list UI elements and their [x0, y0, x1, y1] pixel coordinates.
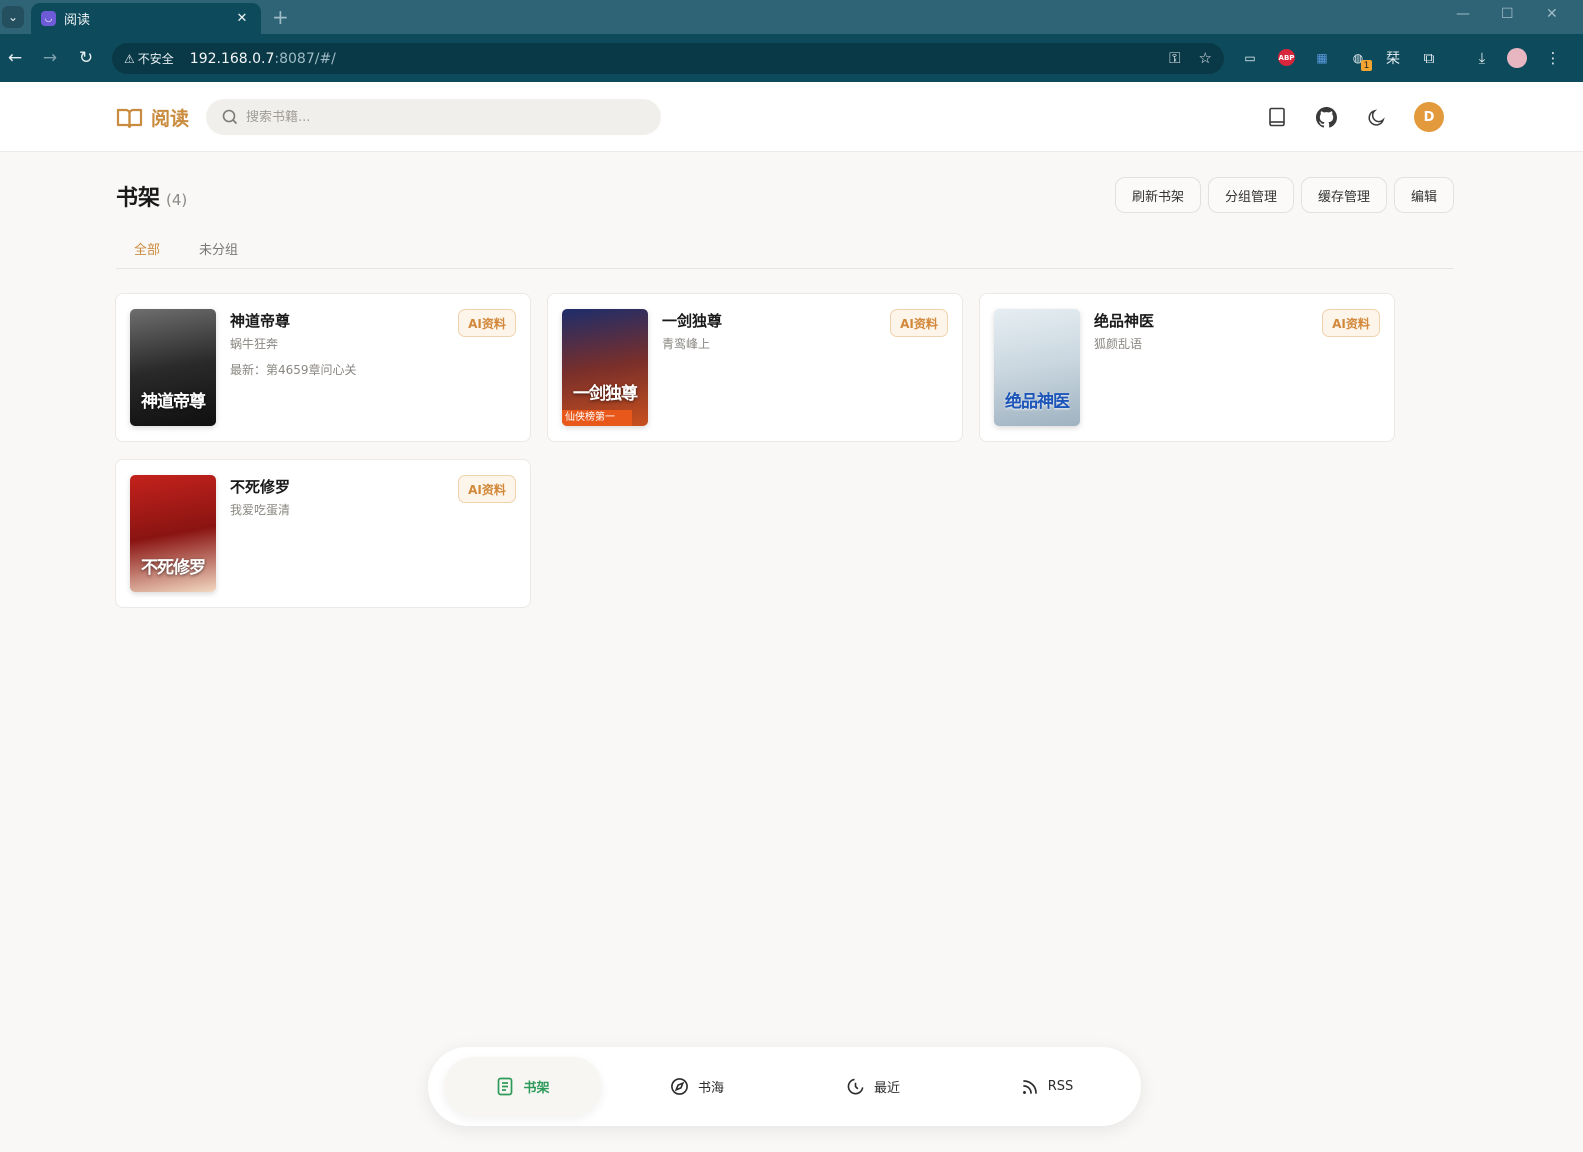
cover-title-text: 一剑独尊 [573, 384, 638, 404]
bookshelf-icon [498, 1077, 513, 1096]
book-author: 蜗牛狂奔 [230, 337, 279, 351]
ai-info-button[interactable]: AI资料 [890, 309, 948, 337]
reload-icon[interactable]: ↻ [75, 48, 97, 68]
bottom-nav: 书架 书海 最近 RSS [428, 1047, 1141, 1126]
maximize-icon[interactable]: ☐ [1501, 6, 1514, 22]
search-box[interactable] [206, 99, 661, 135]
book-icon[interactable] [1266, 106, 1288, 128]
edit-button[interactable]: 编辑 [1394, 177, 1454, 213]
book-title[interactable]: 不死修罗 [230, 476, 290, 497]
extension-reader-icon[interactable]: ▭ [1240, 49, 1260, 67]
ai-info-button[interactable]: AI资料 [458, 309, 516, 337]
book-cover[interactable]: 一剑独尊 仙侠榜第一 [562, 309, 648, 426]
forward-icon[interactable]: → [39, 48, 61, 68]
book-card[interactable]: 不死修罗 不死修罗 我爱吃蛋清 AI资料 [115, 459, 531, 608]
book-title[interactable]: 绝品神医 [1094, 310, 1154, 331]
refresh-shelf-button[interactable]: 刷新书架 [1115, 177, 1201, 213]
nav-discover-label: 书海 [697, 1081, 724, 1096]
nav-rss[interactable]: RSS [968, 1057, 1126, 1116]
cover-title-text: 神道帝尊 [141, 392, 206, 412]
open-book-icon [116, 108, 143, 128]
cover-ranking-tag: 仙侠榜第一 [562, 410, 632, 426]
page-title: 书架 (4) [116, 180, 187, 212]
address-bar[interactable]: ⚠ 不安全 192.168.0.7:8087/#/ ⚿ ☆ [112, 43, 1224, 74]
extension-bookmark-text[interactable]: 栞 [1383, 49, 1403, 67]
bookmark-star-icon[interactable]: ☆ [1199, 49, 1212, 67]
extension-translate-icon[interactable]: ▦ [1312, 49, 1332, 67]
security-indicator[interactable]: ⚠ 不安全 [124, 50, 184, 67]
rss-icon [1022, 1079, 1037, 1094]
minimize-icon[interactable]: — [1456, 6, 1470, 22]
group-tabs: 全部 未分组 [116, 230, 1454, 269]
warning-icon: ⚠ [124, 51, 135, 66]
book-cover[interactable]: 绝品神医 [994, 309, 1080, 426]
book-title[interactable]: 一剑独尊 [662, 310, 722, 331]
group-manage-button[interactable]: 分组管理 [1208, 177, 1294, 213]
search-input[interactable] [246, 109, 626, 125]
nav-recent-label: 最近 [873, 1081, 900, 1096]
dark-mode-moon-icon[interactable] [1365, 106, 1387, 128]
nav-discover[interactable]: 书海 [618, 1057, 776, 1116]
adblock-extension-icon[interactable]: ABP [1278, 49, 1295, 66]
browser-tabstrip: ⌄ ◡ 阅读 ✕ + — ☐ ✕ [0, 0, 1583, 34]
app-favicon-icon: ◡ [41, 11, 56, 26]
extension-badge-icon[interactable]: ◍ 1 [1348, 49, 1372, 71]
book-author: 我爱吃蛋清 [230, 503, 291, 517]
app-logo[interactable]: 阅读 [116, 104, 189, 131]
book-title[interactable]: 神道帝尊 [230, 310, 290, 331]
cover-title-text: 绝品神医 [1005, 392, 1070, 412]
tab-ungrouped[interactable]: 未分组 [199, 239, 238, 258]
download-icon[interactable]: ⤓ [1472, 49, 1492, 67]
cache-manage-button[interactable]: 缓存管理 [1301, 177, 1387, 213]
nav-bookshelf-label: 书架 [523, 1081, 550, 1096]
compass-icon [671, 1078, 688, 1095]
user-avatar[interactable]: D [1414, 102, 1444, 132]
tab-all[interactable]: 全部 [134, 239, 160, 258]
new-tab-button[interactable]: + [272, 5, 289, 29]
latest-chapter[interactable]: 最新：第4659章问心关 [230, 361, 357, 378]
extensions-puzzle-icon[interactable]: ⧉ [1419, 49, 1439, 67]
clock-icon [847, 1078, 864, 1095]
back-icon[interactable]: ← [4, 48, 26, 68]
search-icon [222, 109, 238, 125]
book-author: 狐颜乱语 [1094, 337, 1143, 351]
tab-title: 阅读 [64, 13, 91, 28]
key-icon[interactable]: ⚿ [1169, 49, 1180, 67]
book-count: (4) [166, 191, 188, 209]
book-cover[interactable]: 神道帝尊 [130, 309, 216, 426]
book-author: 青鸾峰上 [662, 337, 711, 351]
browser-tab[interactable]: ◡ 阅读 ✕ [31, 3, 261, 34]
nav-rss-label: RSS [1047, 1079, 1074, 1094]
ai-info-button[interactable]: AI资料 [458, 475, 516, 503]
nav-bookshelf[interactable]: 书架 [444, 1057, 602, 1116]
extension-badge-count: 1 [1361, 60, 1372, 71]
close-tab-icon[interactable]: ✕ [233, 11, 251, 26]
nav-recent[interactable]: 最近 [794, 1057, 952, 1116]
shelf-title-text: 书架 [116, 186, 161, 211]
cover-title-text: 不死修罗 [141, 558, 206, 578]
book-card[interactable]: 一剑独尊 仙侠榜第一 一剑独尊 青鸾峰上 AI资料 [547, 293, 963, 442]
tab-search-button[interactable]: ⌄ [2, 6, 24, 28]
browser-toolbar: ← → ↻ ⚠ 不安全 192.168.0.7:8087/#/ ⚿ ☆ ▭ AB… [0, 34, 1583, 82]
book-cover[interactable]: 不死修罗 [130, 475, 216, 592]
profile-avatar[interactable] [1507, 48, 1527, 68]
book-card[interactable]: 神道帝尊 神道帝尊 蜗牛狂奔 最新：第4659章问心关 AI资料 [115, 293, 531, 442]
insecure-label: 不安全 [137, 52, 174, 66]
app-logo-text: 阅读 [151, 108, 190, 130]
ai-info-button[interactable]: AI资料 [1322, 309, 1380, 337]
app-header: 阅读 D [0, 82, 1583, 152]
browser-menu-icon[interactable]: ⋮ [1543, 49, 1563, 67]
url-path: :8087/#/ [274, 50, 336, 67]
github-icon[interactable] [1315, 106, 1337, 128]
close-window-icon[interactable]: ✕ [1546, 6, 1558, 22]
url-host: 192.168.0.7 [189, 50, 275, 67]
book-card[interactable]: 绝品神医 绝品神医 狐颜乱语 AI资料 [979, 293, 1395, 442]
